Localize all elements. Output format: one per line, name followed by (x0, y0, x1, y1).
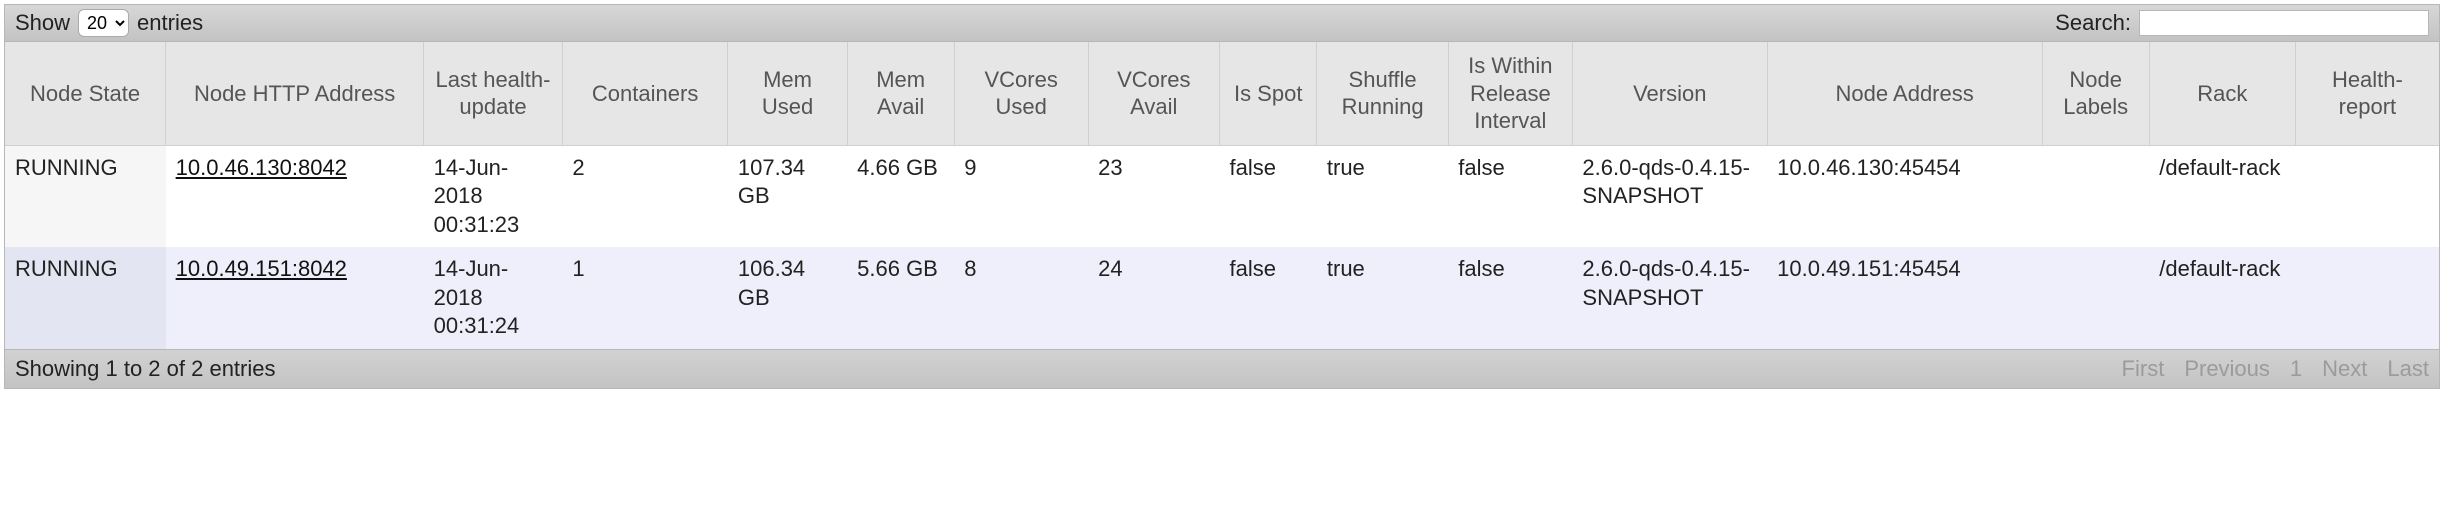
cell-address: 10.0.46.130:45454 (1767, 145, 2042, 247)
cell-labels (2042, 247, 2149, 349)
col-mem-avail[interactable]: Mem Avail (847, 42, 954, 145)
col-rack[interactable]: Rack (2149, 42, 2295, 145)
page-first[interactable]: First (2122, 356, 2165, 382)
cell-health: 14-Jun-2018 00:31:24 (424, 247, 563, 349)
cell-version: 2.6.0-qds-0.4.15-SNAPSHOT (1572, 247, 1767, 349)
cell-mem-used: 106.34 GB (728, 247, 847, 349)
entries-select[interactable]: 20 (78, 9, 129, 37)
cell-mem-used: 107.34 GB (728, 145, 847, 247)
col-version[interactable]: Version (1572, 42, 1767, 145)
cell-mem-avail: 5.66 GB (847, 247, 954, 349)
cell-containers: 2 (562, 145, 728, 247)
col-vcores-avail[interactable]: VCores Avail (1088, 42, 1219, 145)
cell-shuffle: true (1317, 247, 1448, 349)
col-node-state[interactable]: Node State (5, 42, 166, 145)
search-control: Search: (2055, 10, 2429, 36)
page-last[interactable]: Last (2387, 356, 2429, 382)
cell-containers: 1 (562, 247, 728, 349)
cell-rack: /default-rack (2149, 145, 2295, 247)
col-node-labels[interactable]: Node Labels (2042, 42, 2149, 145)
col-shuffle-running[interactable]: Shuffle Running (1317, 42, 1448, 145)
col-health-report[interactable]: Health-report (2295, 42, 2439, 145)
cell-labels (2042, 145, 2149, 247)
show-label: Show (15, 10, 70, 36)
cell-within: false (1448, 145, 1572, 247)
cell-rack: /default-rack (2149, 247, 2295, 349)
col-containers[interactable]: Containers (562, 42, 728, 145)
table-row: RUNNING 10.0.46.130:8042 14-Jun-2018 00:… (5, 145, 2439, 247)
cell-state: RUNNING (5, 247, 166, 349)
cell-vc-used: 9 (954, 145, 1088, 247)
table-info: Showing 1 to 2 of 2 entries (15, 356, 276, 382)
cell-vc-used: 8 (954, 247, 1088, 349)
entries-label: entries (137, 10, 203, 36)
cell-address: 10.0.49.151:45454 (1767, 247, 2042, 349)
botbar: Showing 1 to 2 of 2 entries First Previo… (5, 349, 2439, 388)
search-label: Search: (2055, 10, 2131, 36)
pager: First Previous 1 Next Last (2122, 356, 2429, 382)
cell-is-spot: false (1220, 247, 1317, 349)
page-previous[interactable]: Previous (2184, 356, 2270, 382)
datatable-wrapper: Show 20 entries Search: Node State Node … (4, 4, 2440, 389)
node-http-link[interactable]: 10.0.49.151:8042 (176, 256, 347, 281)
header-row: Node State Node HTTP Address Last health… (5, 42, 2439, 145)
cell-vc-avail: 23 (1088, 145, 1219, 247)
cell-vc-avail: 24 (1088, 247, 1219, 349)
length-control: Show 20 entries (15, 9, 203, 37)
page-number[interactable]: 1 (2290, 356, 2302, 382)
col-is-within-release-interval[interactable]: Is Within Release Interval (1448, 42, 1572, 145)
cell-state: RUNNING (5, 145, 166, 247)
cell-mem-avail: 4.66 GB (847, 145, 954, 247)
col-last-health-update[interactable]: Last health-update (424, 42, 563, 145)
nodes-table: Node State Node HTTP Address Last health… (5, 42, 2439, 349)
col-vcores-used[interactable]: VCores Used (954, 42, 1088, 145)
node-http-link[interactable]: 10.0.46.130:8042 (176, 155, 347, 180)
cell-within: false (1448, 247, 1572, 349)
col-node-http-address[interactable]: Node HTTP Address (166, 42, 424, 145)
search-input[interactable] (2139, 10, 2429, 36)
cell-shuffle: true (1317, 145, 1448, 247)
cell-is-spot: false (1220, 145, 1317, 247)
cell-health: 14-Jun-2018 00:31:23 (424, 145, 563, 247)
page-next[interactable]: Next (2322, 356, 2367, 382)
table-row: RUNNING 10.0.49.151:8042 14-Jun-2018 00:… (5, 247, 2439, 349)
cell-report (2295, 247, 2439, 349)
topbar: Show 20 entries Search: (5, 5, 2439, 42)
col-mem-used[interactable]: Mem Used (728, 42, 847, 145)
cell-version: 2.6.0-qds-0.4.15-SNAPSHOT (1572, 145, 1767, 247)
col-is-spot[interactable]: Is Spot (1220, 42, 1317, 145)
cell-report (2295, 145, 2439, 247)
col-node-address[interactable]: Node Address (1767, 42, 2042, 145)
